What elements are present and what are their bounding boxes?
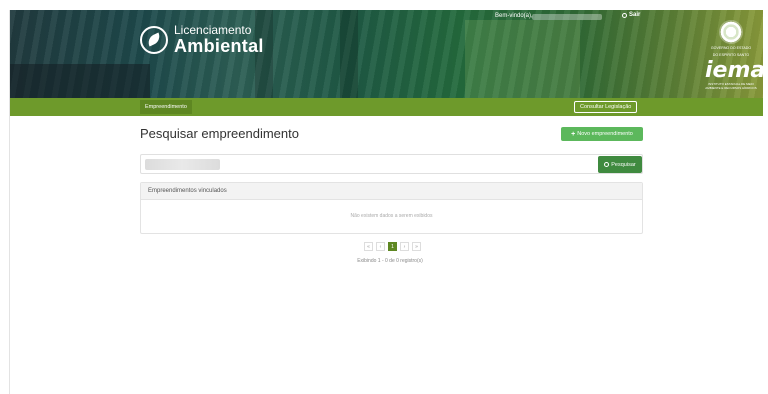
- search-button[interactable]: Pesquisar: [598, 156, 642, 173]
- state-seal-icon: [719, 20, 743, 44]
- pagination-prev[interactable]: ‹: [376, 242, 385, 251]
- banner-landscape-image: [465, 20, 580, 98]
- header-banner: Licenciamento Ambiental Bem-vindo(a), Sa…: [10, 10, 763, 98]
- consultar-legislacao-button[interactable]: Consultar Legislação: [574, 101, 638, 113]
- navbar: Empreendimento Consultar Legislação: [10, 98, 763, 116]
- page-title: Pesquisar empreendimento: [140, 126, 299, 141]
- linked-empreendimentos-panel: Empreendimentos vinculados Não existem d…: [140, 182, 643, 234]
- welcome-text: Bem-vindo(a),: [495, 13, 533, 19]
- pagination-first[interactable]: «: [364, 242, 373, 251]
- iema-logo: iema: [705, 58, 763, 83]
- gov-text-line-1: GOVERNO DO ESTADO: [710, 46, 752, 50]
- gov-text-line-2: DO ESPÍRITO SANTO: [712, 52, 750, 57]
- logout-link[interactable]: Sair: [622, 12, 640, 18]
- pagination-current[interactable]: 1: [388, 242, 397, 251]
- user-name-redacted: [532, 14, 602, 20]
- logo-line-2: Ambiental: [174, 36, 264, 56]
- app-frame: Licenciamento Ambiental Bem-vindo(a), Sa…: [9, 10, 763, 394]
- new-empreendimento-button[interactable]: + Novo empreendimento: [561, 127, 643, 141]
- empty-message: Não existem dados a serem exibidos: [350, 213, 433, 219]
- search-value-redacted: [145, 159, 220, 170]
- banner-pillar: [340, 10, 358, 98]
- government-logo: GOVERNO DO ESTADO DO ESPÍRITO SANTO iema…: [705, 20, 763, 90]
- banner-industrial-image: [10, 64, 150, 98]
- leaf-icon: [140, 25, 168, 54]
- plus-icon: +: [571, 130, 576, 138]
- search-icon: [604, 162, 610, 167]
- iema-subtitle: INSTITUTO ESTADUAL DE MEIO AMBIENTE E RE…: [705, 82, 757, 90]
- pagination-next[interactable]: ›: [400, 242, 409, 251]
- nav-item-empreendimento[interactable]: Empreendimento: [140, 100, 192, 114]
- app-logo[interactable]: Licenciamento Ambiental: [140, 24, 264, 55]
- record-count: Exibindo 1 - 0 de 0 registro(s): [357, 258, 423, 264]
- power-icon: [622, 12, 627, 18]
- new-button-label: Novo empreendimento: [577, 131, 633, 137]
- pagination-last[interactable]: »: [412, 242, 421, 251]
- search-bar: Pesquisar: [140, 154, 643, 174]
- pagination: « ‹ 1 › »: [364, 242, 421, 251]
- panel-heading: Empreendimentos vinculados: [141, 183, 642, 200]
- logout-label: Sair: [629, 12, 641, 18]
- search-button-label: Pesquisar: [611, 161, 636, 168]
